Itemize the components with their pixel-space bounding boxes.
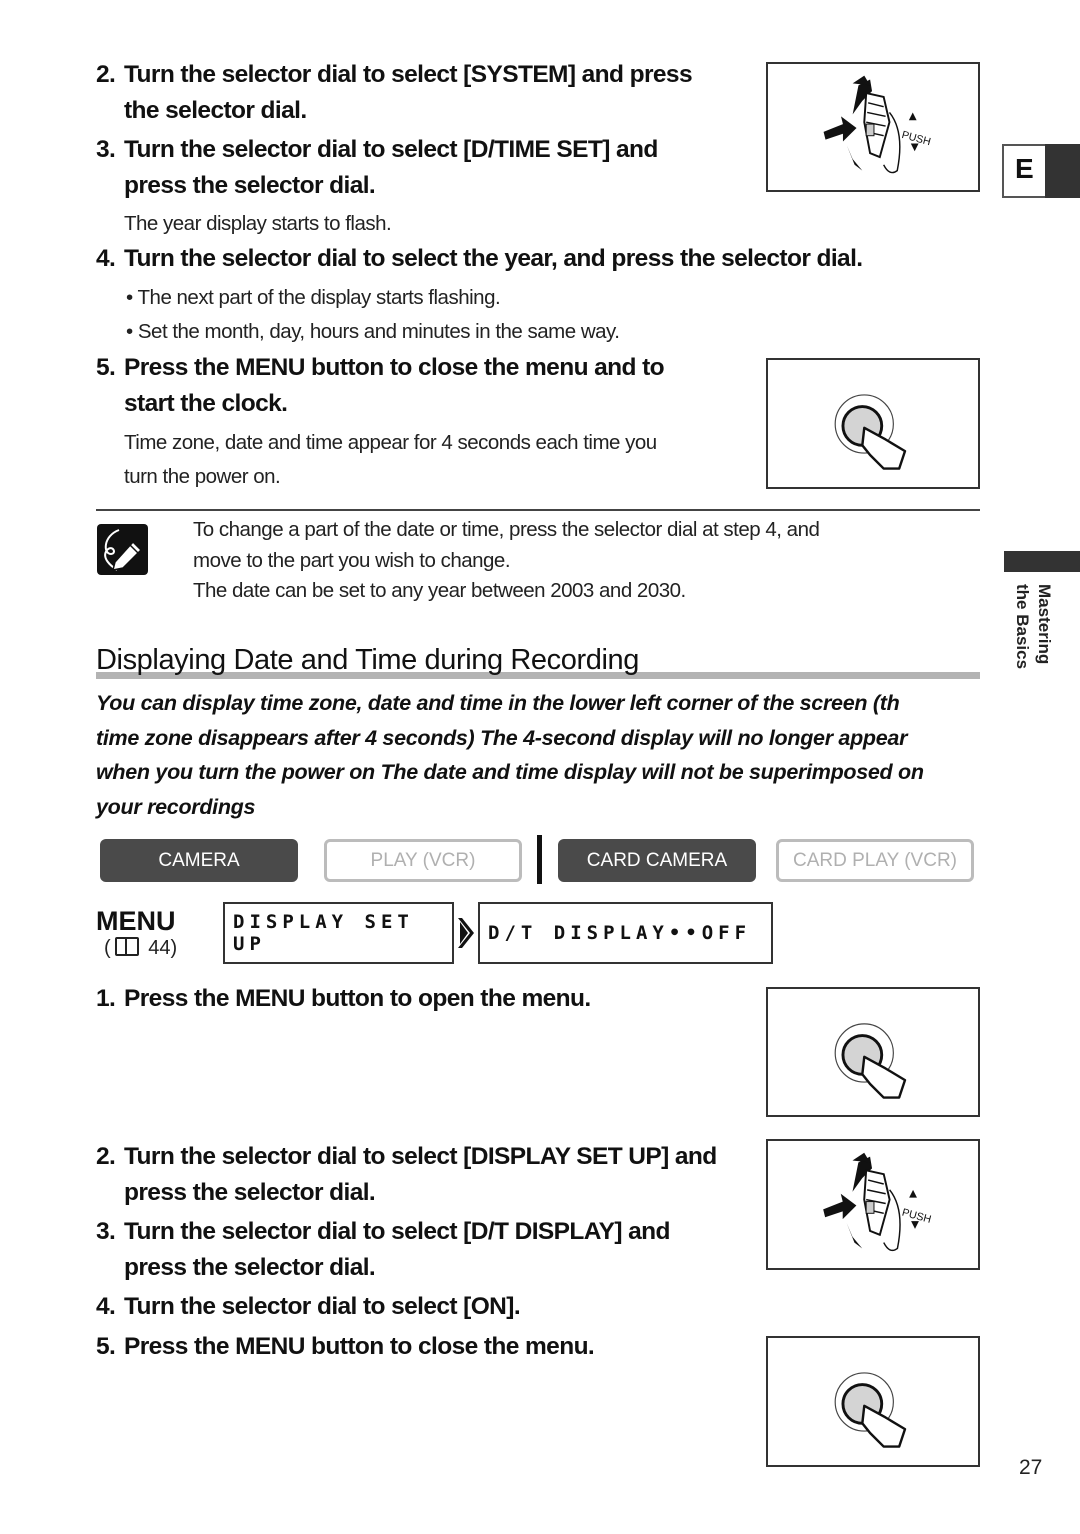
- display-step-1: 1. Press the MENU button to open the menu…: [96, 985, 591, 1012]
- mode-separator: [537, 835, 542, 884]
- language-tab-letter: E: [1015, 153, 1034, 184]
- step-note: turn the power on.: [124, 465, 281, 488]
- press-button-icon: [834, 1023, 907, 1099]
- step-4-year: 4. Turn the selector dial to select the y…: [96, 245, 863, 272]
- language-tab-fill: [1045, 144, 1080, 198]
- selector-dial-icon: PUSH: [823, 1152, 932, 1252]
- chapter-tab-bar: [1004, 551, 1080, 572]
- menu-item-dt-display: D/T DISPLAY••OFF: [478, 902, 773, 964]
- display-step-5: 5. Press the MENU button to close the men…: [96, 1333, 595, 1360]
- book-icon: [114, 937, 139, 956]
- step-3-dtime-set: 3. Turn the selector dial to select [D/TI…: [96, 136, 658, 199]
- mode-play-vcr: PLAY (VCR): [324, 839, 522, 882]
- bullet-item: • The next part of the display starts fl…: [126, 286, 501, 309]
- section-divider: [96, 509, 980, 511]
- page-reference: ( 44): [104, 937, 178, 959]
- mode-card-camera: CARD CAMERA: [558, 839, 756, 882]
- display-step-3: 3. Turn the selector dial to select [D/T …: [96, 1218, 670, 1281]
- selector-dial-figure: PUSH: [766, 1139, 980, 1270]
- section-title: Displaying Date and Time during Recordin…: [96, 644, 639, 676]
- chapter-tab-label: Mastering the Basics: [1013, 584, 1054, 670]
- mode-card-play-vcr: CARD PLAY (VCR): [776, 839, 974, 882]
- press-button-figure: [766, 1336, 980, 1467]
- step-note: Time zone, date and time appear for 4 se…: [124, 431, 657, 454]
- press-button-icon: [834, 1372, 907, 1448]
- selector-dial-figure: PUSH: [766, 62, 980, 192]
- press-button-figure: [766, 987, 980, 1117]
- step-note: The year display starts to flash.: [124, 212, 392, 235]
- display-step-4: 4. Turn the selector dial to select [ON].: [96, 1293, 521, 1320]
- tip-note-line: To change a part of the date or time, pr…: [193, 518, 820, 541]
- page-number: 27: [1019, 1456, 1043, 1479]
- step-2-system: 2. Turn the selector dial to select [SYST…: [96, 61, 693, 124]
- menu-label: MENU: [96, 906, 176, 936]
- display-step-2: 2. Turn the selector dial to select [DISP…: [96, 1143, 717, 1206]
- section-intro: You can display time zone, date and time…: [96, 691, 924, 819]
- mode-camera: CAMERA: [100, 839, 298, 882]
- step-5-close-menu: 5. Press the MENU button to close the men…: [96, 354, 665, 417]
- pencil-note-icon: [97, 524, 148, 575]
- selector-dial-icon: PUSH: [823, 75, 932, 174]
- tip-note-line: move to the part you wish to change.: [193, 549, 511, 572]
- double-chevron-icon: [458, 918, 476, 952]
- bullet-item: • Set the month, day, hours and minutes …: [126, 320, 620, 343]
- tip-note-line: The date can be set to any year between …: [193, 579, 686, 602]
- press-button-figure: [766, 358, 980, 489]
- press-button-icon: [834, 394, 907, 470]
- menu-item-display-set-up: DISPLAY SET UP: [223, 902, 454, 964]
